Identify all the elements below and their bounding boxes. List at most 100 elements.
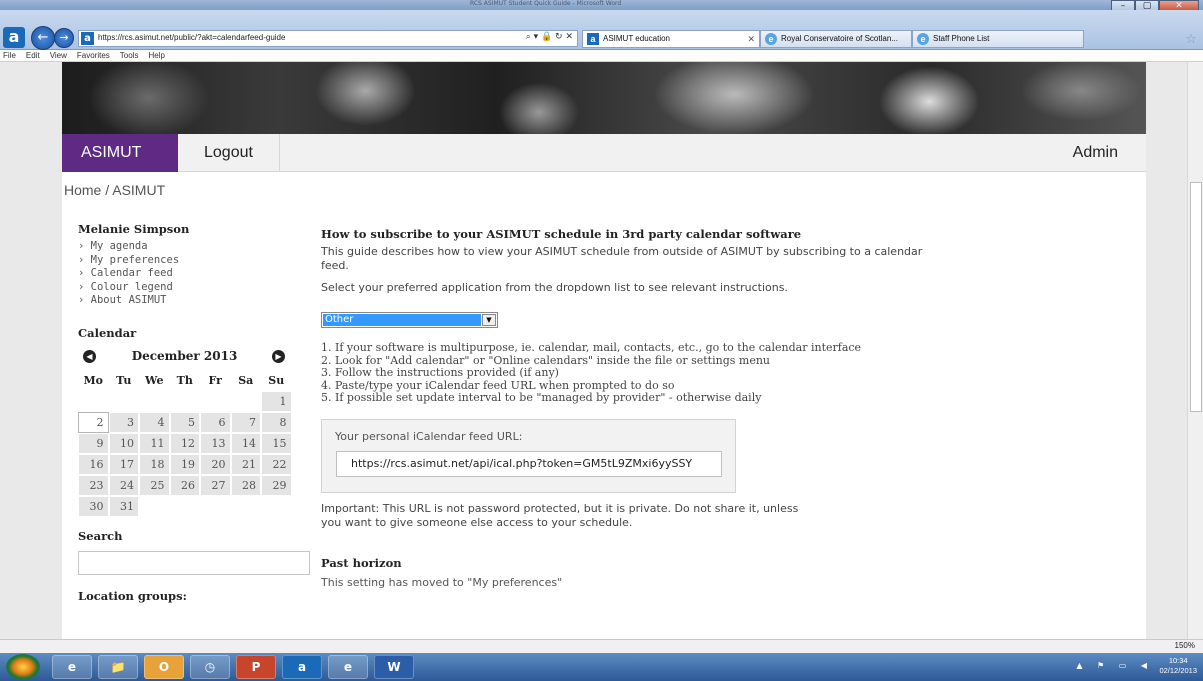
calendar-day[interactable]: 12	[169, 432, 200, 454]
calendar-day[interactable]: 10	[108, 432, 139, 454]
start-button[interactable]	[6, 654, 40, 680]
list-item: 5. If possible set update interval to be…	[321, 391, 762, 404]
forward-button[interactable]: →	[54, 28, 74, 48]
system-tray-icons[interactable]: ▲ ⚑ ▭ ◀	[1076, 661, 1153, 670]
taskbar-ie-icon[interactable]: e	[52, 655, 92, 679]
calendar-day[interactable]: 17	[108, 453, 139, 475]
past-horizon-text: This setting has moved to "My preference…	[321, 575, 563, 589]
sidebar-item-colour-legend[interactable]: › Colour legend	[78, 281, 313, 295]
list-item: 1. If your software is multipurpose, ie.…	[321, 341, 862, 354]
sidebar-item-my-preferences[interactable]: › My preferences	[78, 254, 313, 268]
calendar-day[interactable]: 13	[200, 432, 231, 454]
calendar-day[interactable]: 30	[78, 495, 109, 517]
ical-feed-url-field[interactable]: https://rcs.asimut.net/api/ical.php?toke…	[336, 450, 722, 477]
taskbar-asimut-icon[interactable]: a	[282, 655, 322, 679]
taskbar-clock-icon[interactable]: ◷	[190, 655, 230, 679]
calendar-day[interactable]: 26	[169, 474, 200, 496]
tab-staff-phone-list[interactable]: e Staff Phone List	[912, 30, 1084, 48]
menu-favorites[interactable]: Favorites	[77, 50, 110, 61]
calendar-grid: Mo Tu We Th Fr Sa Su 1 2 3 4 5 6 7 8 9 10 11 12 13 14…	[78, 370, 313, 517]
calendar-day[interactable]: 16	[78, 453, 109, 475]
calendar-day[interactable]: 22	[261, 453, 292, 475]
site-icon: a	[81, 32, 94, 45]
ical-feed-box: Your personal iCalendar feed URL: https:…	[321, 418, 736, 493]
calendar-day[interactable]: 14	[230, 432, 261, 454]
sidebar-item-about-asimut[interactable]: › About ASIMUT	[78, 294, 313, 308]
menu-file[interactable]: File	[3, 50, 16, 61]
calendar-empty-cell	[230, 390, 261, 412]
calendar-day[interactable]: 27	[200, 474, 231, 496]
back-button[interactable]: ←	[31, 26, 55, 50]
calendar-header: ◀ December 2013 ▶	[78, 348, 291, 370]
site-navbar: ASIMUT Logout Admin	[62, 134, 1146, 172]
favorites-star-icon[interactable]: ☆	[1185, 32, 1197, 47]
sidebar-item-calendar-feed[interactable]: › Calendar feed	[78, 267, 313, 281]
menu-view[interactable]: View	[50, 50, 67, 61]
calendar-day[interactable]: 31	[108, 495, 139, 517]
menu-edit[interactable]: Edit	[26, 50, 40, 61]
address-bar[interactable]: a https://rcs.asimut.net/public/?akt=cal…	[78, 30, 578, 47]
calendar-day[interactable]: 19	[169, 453, 200, 475]
calendar-day[interactable]: 21	[230, 453, 261, 475]
calendar-day[interactable]: 5	[169, 411, 200, 433]
nav-asimut[interactable]: ASIMUT	[62, 134, 178, 172]
taskbar-word-icon[interactable]: W	[374, 655, 414, 679]
taskbar-powerpoint-icon[interactable]: P	[236, 655, 276, 679]
sidebar-item-my-agenda[interactable]: › My agenda	[78, 240, 313, 254]
calendar-empty-cell	[169, 390, 200, 412]
taskbar-ie2-icon[interactable]: e	[328, 655, 368, 679]
zoom-level[interactable]: 150%	[1175, 641, 1195, 650]
calendar-day[interactable]: 8	[261, 411, 292, 433]
main-content: How to subscribe to your ASIMUT schedule…	[321, 227, 971, 589]
important-note: Important: This URL is not password prot…	[321, 501, 799, 529]
calendar-day[interactable]: 4	[139, 411, 170, 433]
calendar-month: December 2013	[131, 348, 238, 363]
search-input[interactable]	[78, 550, 310, 575]
calendar-day[interactable]: 25	[139, 474, 170, 496]
calendar-day[interactable]: 3	[108, 411, 139, 433]
calendar-day[interactable]: 1	[261, 390, 292, 412]
scrollbar-thumb[interactable]	[1190, 182, 1202, 412]
location-groups-title: Location groups:	[78, 588, 187, 603]
address-controls[interactable]: ⌕ ▾ 🔒 ↻ ✕	[526, 32, 573, 42]
taskbar-explorer-icon[interactable]: 📁	[98, 655, 138, 679]
tab-asimut-education[interactable]: a ASIMUT education ✕	[582, 30, 760, 48]
past-horizon-title: Past horizon	[321, 555, 402, 570]
calendar-day[interactable]: 2	[78, 411, 109, 433]
asimut-favicon-icon: a	[3, 27, 25, 48]
taskbar-clock[interactable]: 10:34 02/12/2013	[1159, 656, 1197, 676]
menu-tools[interactable]: Tools	[120, 50, 139, 61]
list-item: 3. Follow the instructions provided (if …	[321, 366, 559, 379]
calendar-day[interactable]: 7	[230, 411, 261, 433]
sidebar-links: › My agenda › My preferences › Calendar …	[78, 240, 313, 308]
menu-help[interactable]: Help	[148, 50, 164, 61]
nav-logout[interactable]: Logout	[178, 134, 280, 172]
calendar-empty-cell	[108, 390, 139, 412]
calendar-day[interactable]: 6	[200, 411, 231, 433]
calendar-day[interactable]: 20	[200, 453, 231, 475]
calendar-day[interactable]: 28	[230, 474, 261, 496]
sidebar: Melanie Simpson › My agenda › My prefere…	[78, 222, 313, 603]
chevron-down-icon[interactable]: ▼	[482, 314, 496, 326]
taskbar-outlook-icon[interactable]: O	[144, 655, 184, 679]
tab-royal-conservatoire[interactable]: e Royal Conservatoire of Scotlan...	[760, 30, 912, 48]
calendar-day[interactable]: 15	[261, 432, 292, 454]
vertical-scrollbar[interactable]	[1187, 62, 1203, 639]
calendar-day[interactable]: 9	[78, 432, 109, 454]
nav-admin[interactable]: Admin	[1073, 134, 1118, 172]
application-select[interactable]: Other ▼	[321, 312, 498, 328]
calendar-day[interactable]: 24	[108, 474, 139, 496]
calendar-day[interactable]: 18	[139, 453, 170, 475]
search-title: Search	[78, 528, 123, 543]
tab-close-icon[interactable]: ✕	[747, 31, 755, 47]
next-month-icon[interactable]: ▶	[272, 349, 285, 363]
calendar-empty-cell	[139, 390, 170, 412]
asimut-tab-icon: a	[587, 33, 599, 45]
calendar-day[interactable]: 23	[78, 474, 109, 496]
calendar-empty-cell	[200, 390, 231, 412]
calendar-day[interactable]: 29	[261, 474, 292, 496]
weekday-label: We	[145, 373, 164, 387]
address-url[interactable]: https://rcs.asimut.net/public/?akt=calen…	[98, 33, 285, 42]
header-banner-image	[62, 62, 1146, 134]
calendar-day[interactable]: 11	[139, 432, 170, 454]
